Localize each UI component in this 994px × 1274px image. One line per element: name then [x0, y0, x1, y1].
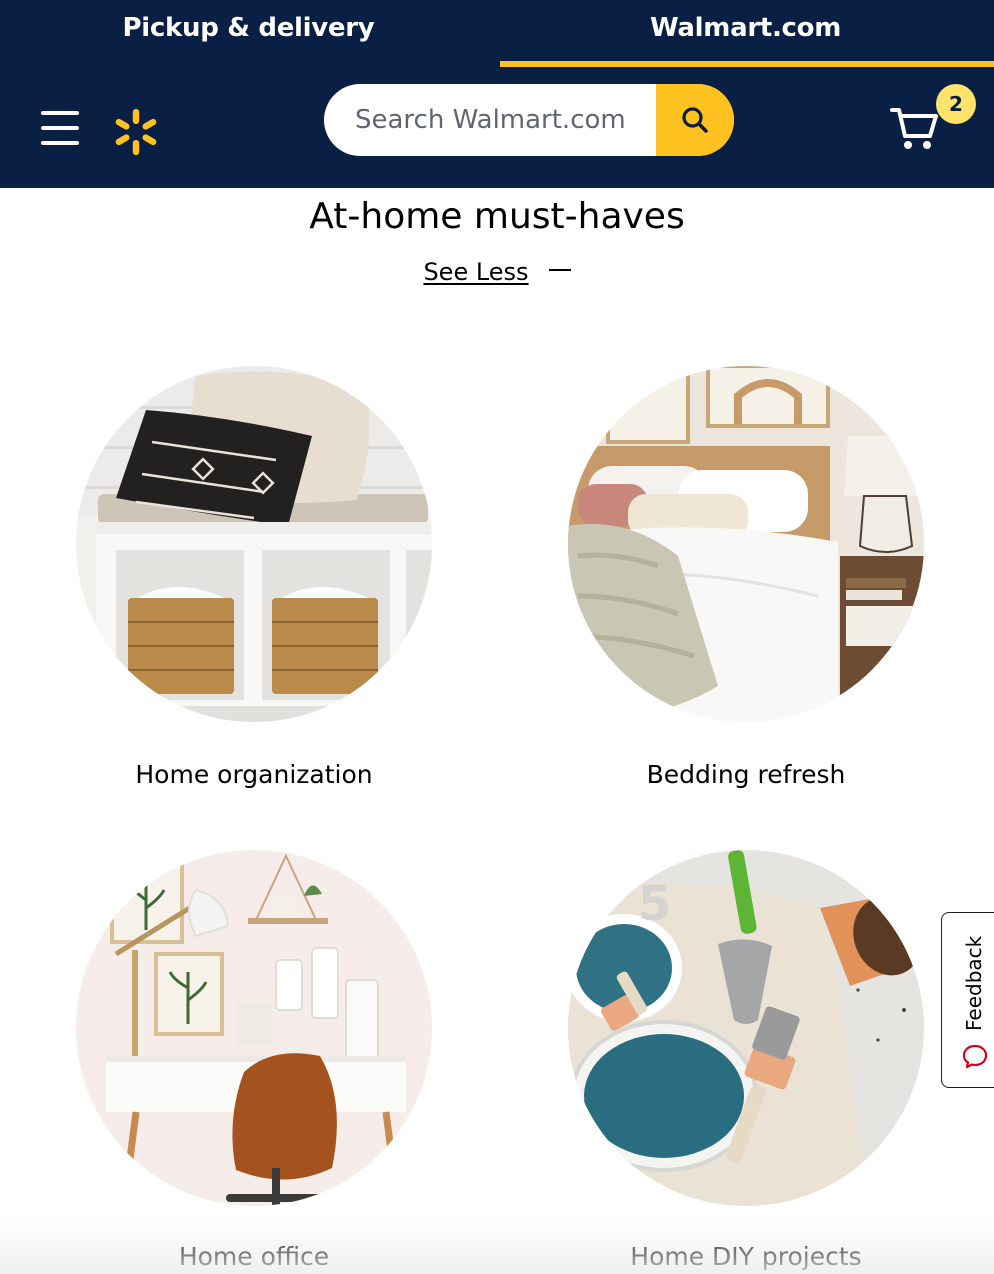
cart-count-badge: 2 — [936, 84, 976, 124]
category-label: Home office — [178, 1242, 330, 1271]
cart-icon — [890, 108, 938, 149]
category-label: Home organization — [135, 760, 373, 789]
category-tile-home-office[interactable]: Home office — [44, 828, 464, 1274]
home-diy-projects-image: 8 5 — [568, 850, 924, 1206]
category-tile-bedding-refresh[interactable]: Bedding refresh — [536, 360, 956, 800]
section-title: At-home must-haves — [309, 196, 685, 237]
tab-pickup-delivery[interactable]: Pickup & delivery — [0, 0, 497, 68]
search-input[interactable] — [324, 84, 656, 156]
home-office-image — [76, 850, 432, 1206]
menu-icon — [41, 111, 79, 115]
feedback-label: Feedback — [962, 935, 986, 1031]
home-organization-image — [76, 366, 432, 722]
spark-icon — [115, 109, 157, 155]
see-less-toggle: See Less — [0, 258, 994, 286]
svg-text:5: 5 — [638, 876, 671, 932]
search-button[interactable] — [656, 84, 734, 156]
active-tab-indicator — [500, 61, 994, 67]
category-tile-home-diy-projects[interactable]: 8 5 Home DIY projects — [536, 828, 956, 1274]
bedding-refresh-image — [568, 366, 924, 722]
category-label: Bedding refresh — [646, 760, 846, 789]
tab-walmart-com[interactable]: Walmart.com — [497, 0, 994, 68]
feedback-button[interactable]: Feedback — [941, 912, 994, 1088]
walmart-spark-logo[interactable] — [108, 104, 164, 160]
speech-bubble-icon — [962, 1044, 988, 1069]
menu-button[interactable] — [36, 104, 84, 152]
top-tab-bar: Pickup & delivery Walmart.com — [0, 0, 994, 68]
collapse-dash-icon[interactable] — [548, 269, 571, 271]
cart-button[interactable] — [888, 102, 944, 154]
category-tile-home-organization[interactable]: Home organization — [44, 360, 464, 800]
nav-bar: 2 — [0, 68, 994, 188]
see-less-link[interactable]: See Less — [423, 258, 528, 286]
svg-text:8: 8 — [576, 850, 607, 901]
category-label: Home DIY projects — [630, 1242, 862, 1271]
search-bar — [324, 84, 734, 156]
search-icon — [682, 107, 708, 133]
